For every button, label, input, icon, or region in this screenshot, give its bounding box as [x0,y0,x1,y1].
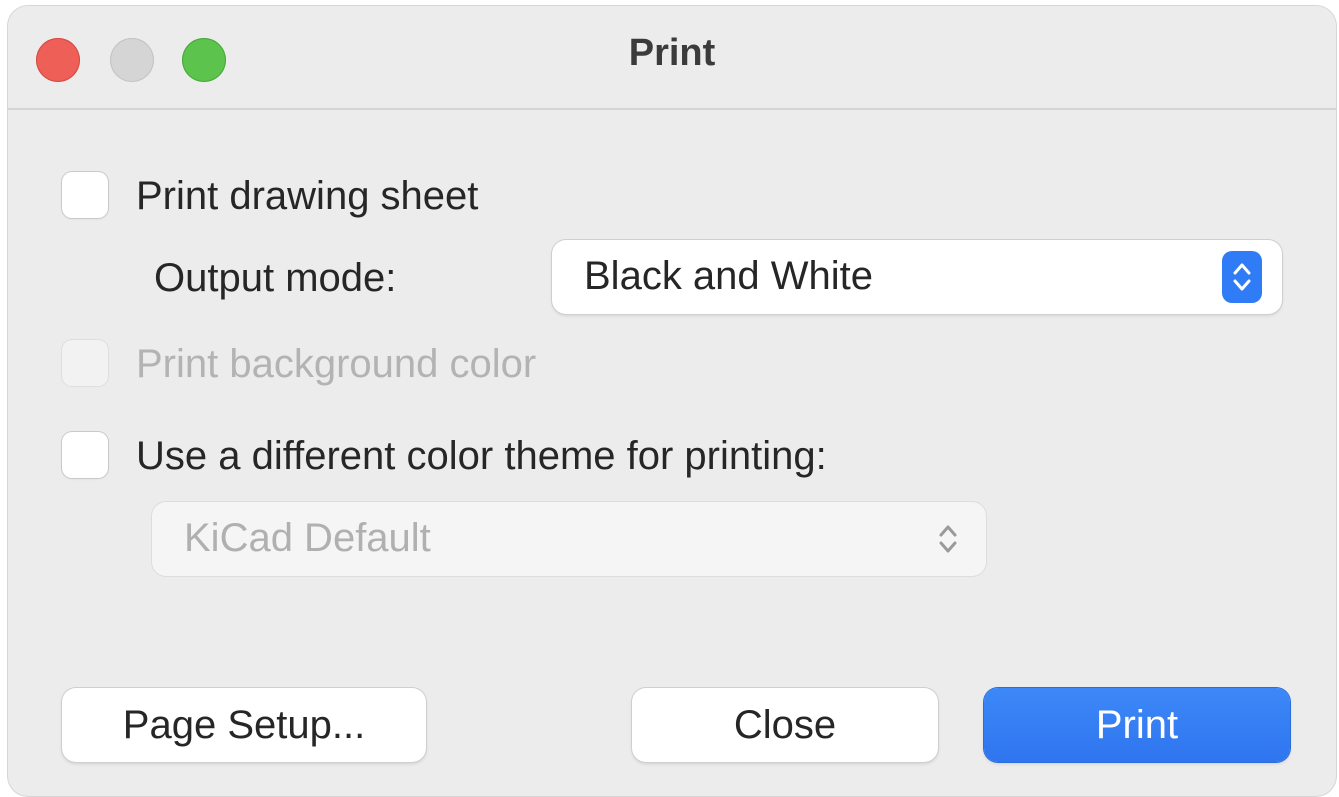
page-setup-button[interactable]: Page Setup... [62,688,426,762]
color-theme-value: KiCad Default [184,516,431,560]
chevron-updown-icon [1222,251,1262,303]
output-mode-select[interactable]: Black and White [552,240,1282,314]
window-title: Print [628,32,716,74]
close-button[interactable]: Close [632,688,938,762]
different-theme-label[interactable]: Use a different color theme for printing… [136,434,827,479]
print-button[interactable]: Print [984,688,1290,762]
different-theme-checkbox[interactable] [62,432,108,478]
print-drawing-sheet-label[interactable]: Print drawing sheet [136,174,478,219]
output-mode-label: Output mode: [154,256,397,300]
chevron-updown-icon [928,513,968,565]
print-dialog: Print Print drawing sheet Output mode: B… [8,6,1336,796]
color-theme-select[interactable]: KiCad Default [152,502,986,576]
title-bar: Print [8,6,1336,110]
print-drawing-sheet-checkbox[interactable] [62,172,108,218]
output-mode-value: Black and White [584,254,874,298]
print-background-color-label[interactable]: Print background color [136,342,536,387]
print-background-color-checkbox[interactable] [62,340,108,386]
